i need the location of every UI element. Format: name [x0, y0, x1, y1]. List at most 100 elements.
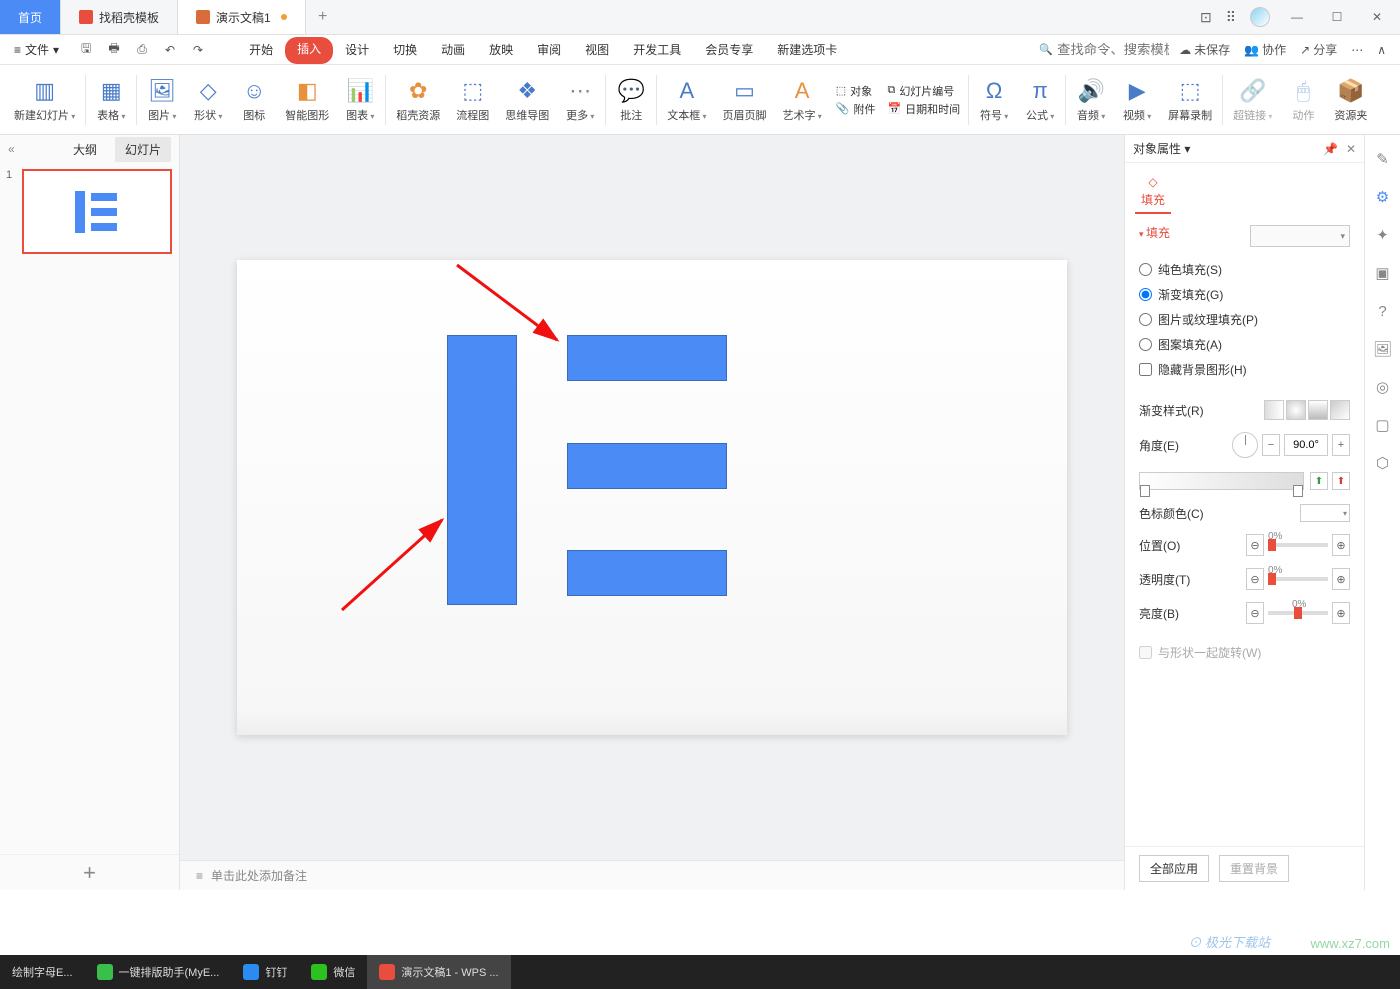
rbtn-table[interactable]: ▦表格: [88, 70, 134, 130]
fill-solid[interactable]: 纯色填充(S): [1139, 257, 1350, 282]
mtab-review[interactable]: 审阅: [525, 35, 573, 64]
pin-icon[interactable]: 📌: [1323, 142, 1338, 156]
file-menu[interactable]: ≡ 文件 ▾: [6, 38, 67, 61]
shape-hbar-1[interactable]: [567, 335, 727, 381]
tab-templates[interactable]: 找稻壳模板: [61, 0, 178, 34]
taskbar-item[interactable]: 一键排版助手(MyE...: [85, 955, 232, 989]
tab-add[interactable]: +: [306, 0, 340, 34]
stop-color-picker[interactable]: ▾: [1300, 504, 1350, 522]
collab-button[interactable]: 👥 协作: [1244, 41, 1286, 58]
user-avatar[interactable]: [1250, 7, 1270, 27]
gradient-stop-2[interactable]: [1293, 485, 1303, 497]
close-panel-icon[interactable]: ✕: [1346, 142, 1356, 156]
angle-decrease[interactable]: −: [1262, 434, 1280, 456]
rbtn-comment[interactable]: 💬批注: [608, 70, 654, 130]
window-minimize[interactable]: —: [1284, 10, 1310, 24]
strip-location[interactable]: ◎: [1373, 377, 1393, 397]
tab-home[interactable]: 首页: [0, 0, 61, 34]
mtab-slideshow[interactable]: 放映: [477, 35, 525, 64]
transparency-increase[interactable]: ⊕: [1332, 568, 1350, 590]
rbtn-shapes[interactable]: ◇形状: [185, 70, 231, 130]
gradient-bar[interactable]: [1139, 472, 1304, 490]
rbtn-symbol[interactable]: Ω符号: [971, 70, 1017, 130]
mtab-member[interactable]: 会员专享: [693, 35, 765, 64]
slides-tab[interactable]: 幻灯片: [115, 137, 171, 162]
slide-item[interactable]: 1: [6, 169, 173, 254]
grad-preset-path[interactable]: [1330, 400, 1350, 420]
transparency-decrease[interactable]: ⊖: [1246, 568, 1264, 590]
taskbar-item-active[interactable]: 演示文稿1 - WPS ...: [367, 955, 510, 989]
rbtn-textbox[interactable]: A文本框: [659, 70, 714, 130]
rbtn-header-footer[interactable]: ▭页眉页脚: [715, 70, 775, 130]
rbtn-screen-record[interactable]: ⬚屏幕录制: [1160, 70, 1220, 130]
fill-gradient[interactable]: 渐变填充(G): [1139, 282, 1350, 307]
apply-all-button[interactable]: 全部应用: [1139, 855, 1209, 882]
angle-dial[interactable]: [1232, 432, 1258, 458]
rbtn-smartart[interactable]: ◧智能图形: [277, 70, 337, 130]
mtab-newtab[interactable]: 新建选项卡: [765, 35, 849, 64]
taskbar-item[interactable]: 绘制字母E...: [0, 955, 85, 989]
brightness-decrease[interactable]: ⊖: [1246, 602, 1264, 624]
command-search[interactable]: [1039, 39, 1169, 61]
position-decrease[interactable]: ⊖: [1246, 534, 1264, 556]
panel-collapse[interactable]: «: [8, 142, 15, 156]
remove-stop[interactable]: ⬆: [1332, 472, 1350, 490]
rbtn-slide-number[interactable]: ⧉ 幻灯片编号: [887, 83, 960, 99]
strip-help[interactable]: ?: [1373, 301, 1393, 321]
strip-projection[interactable]: ▢: [1373, 415, 1393, 435]
notes-bar[interactable]: ≡ 单击此处添加备注: [180, 860, 1124, 890]
tab-document[interactable]: 演示文稿1: [178, 0, 306, 34]
slide-canvas[interactable]: [237, 260, 1067, 735]
brightness-slider[interactable]: 0%: [1268, 611, 1328, 615]
qat-save[interactable]: 🖫: [77, 41, 95, 59]
angle-increase[interactable]: +: [1332, 434, 1350, 456]
rbtn-resources[interactable]: 📦资源夹: [1326, 70, 1375, 130]
add-slide-button[interactable]: +: [0, 854, 179, 890]
apps-icon[interactable]: ⠿: [1226, 9, 1236, 26]
strip-settings[interactable]: ⚙: [1373, 187, 1393, 207]
qat-redo[interactable]: ↷: [189, 41, 207, 59]
window-maximize[interactable]: ☐: [1324, 10, 1350, 24]
add-stop[interactable]: ⬆: [1310, 472, 1328, 490]
transparency-slider[interactable]: 0%: [1268, 577, 1328, 581]
qat-undo[interactable]: ↶: [161, 41, 179, 59]
unsaved-button[interactable]: ☁ 未保存: [1179, 41, 1230, 58]
mtab-insert[interactable]: 插入: [285, 37, 333, 64]
shape-hbar-2[interactable]: [567, 443, 727, 489]
mtab-view[interactable]: 视图: [573, 35, 621, 64]
rbtn-more[interactable]: ⋯更多: [557, 70, 603, 130]
strip-image[interactable]: 🖼: [1373, 339, 1393, 359]
fill-pattern[interactable]: 图案填充(A): [1139, 332, 1350, 357]
strip-design[interactable]: ✎: [1373, 149, 1393, 169]
brightness-increase[interactable]: ⊕: [1332, 602, 1350, 624]
share-button[interactable]: ↗ 分享: [1300, 41, 1337, 58]
rbtn-datetime[interactable]: 📅 日期和时间: [887, 101, 960, 117]
rbtn-object[interactable]: ⬚ 对象: [836, 83, 876, 99]
rbtn-mindmap[interactable]: ❖思维导图: [497, 70, 557, 130]
shape-hbar-3[interactable]: [567, 550, 727, 596]
rbtn-wordart[interactable]: A艺术字: [775, 70, 830, 130]
slide-thumbnail[interactable]: [22, 169, 172, 254]
rbtn-action[interactable]: 🖱动作: [1280, 70, 1326, 130]
strip-3d[interactable]: ⬡: [1373, 453, 1393, 473]
rotate-with-shape[interactable]: 与形状一起旋转(W): [1139, 640, 1350, 665]
fill-picture[interactable]: 图片或纹理填充(P): [1139, 307, 1350, 332]
rbtn-docer[interactable]: ✿稻壳资源: [388, 70, 448, 130]
angle-input[interactable]: [1284, 434, 1328, 456]
rbtn-attachment[interactable]: 📎 附件: [836, 101, 876, 117]
qat-preview[interactable]: ⎙: [133, 41, 151, 59]
menu-more[interactable]: ⋯: [1351, 43, 1363, 57]
fill-preset-dropdown[interactable]: ▾: [1250, 225, 1350, 247]
rbtn-picture[interactable]: 🖼图片: [139, 70, 185, 130]
position-increase[interactable]: ⊕: [1332, 534, 1350, 556]
mtab-animation[interactable]: 动画: [429, 35, 477, 64]
strip-layers[interactable]: ▣: [1373, 263, 1393, 283]
rbtn-video[interactable]: ▶视频: [1114, 70, 1160, 130]
taskbar-item[interactable]: 钉钉: [231, 955, 299, 989]
gradient-stop-1[interactable]: [1140, 485, 1150, 497]
grad-preset-linear[interactable]: [1264, 400, 1284, 420]
rbtn-flowchart[interactable]: ⬚流程图: [448, 70, 497, 130]
taskbar-item[interactable]: 微信: [299, 955, 367, 989]
rbtn-equation[interactable]: π公式: [1017, 70, 1063, 130]
rbtn-hyperlink[interactable]: 🔗超链接: [1225, 70, 1280, 130]
